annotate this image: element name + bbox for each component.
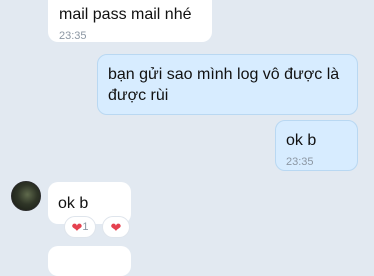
avatar[interactable]	[11, 181, 41, 211]
reaction-badge[interactable]: ❤ 1	[64, 216, 96, 238]
message-outgoing[interactable]: bạn gửi sao mình log vô được là được rùi	[97, 54, 358, 115]
message-time: 23:35	[286, 156, 314, 168]
message-time: 23:35	[59, 30, 87, 42]
message-incoming[interactable]	[48, 246, 131, 276]
message-text: ok b	[58, 195, 89, 212]
message-text: mail pass mail nhé	[59, 6, 192, 23]
message-incoming[interactable]: mail pass mail nhé 23:35	[48, 0, 212, 42]
reaction-count: 1	[82, 221, 89, 233]
heart-icon: ❤	[71, 219, 83, 235]
message-text: ok b	[286, 132, 317, 149]
message-outgoing[interactable]: ok b 23:35	[275, 120, 358, 171]
add-reaction-button[interactable]: ❤	[102, 216, 130, 238]
message-text: bạn gửi sao mình log vô được là được rùi	[108, 66, 340, 104]
heart-icon: ❤	[110, 219, 122, 235]
